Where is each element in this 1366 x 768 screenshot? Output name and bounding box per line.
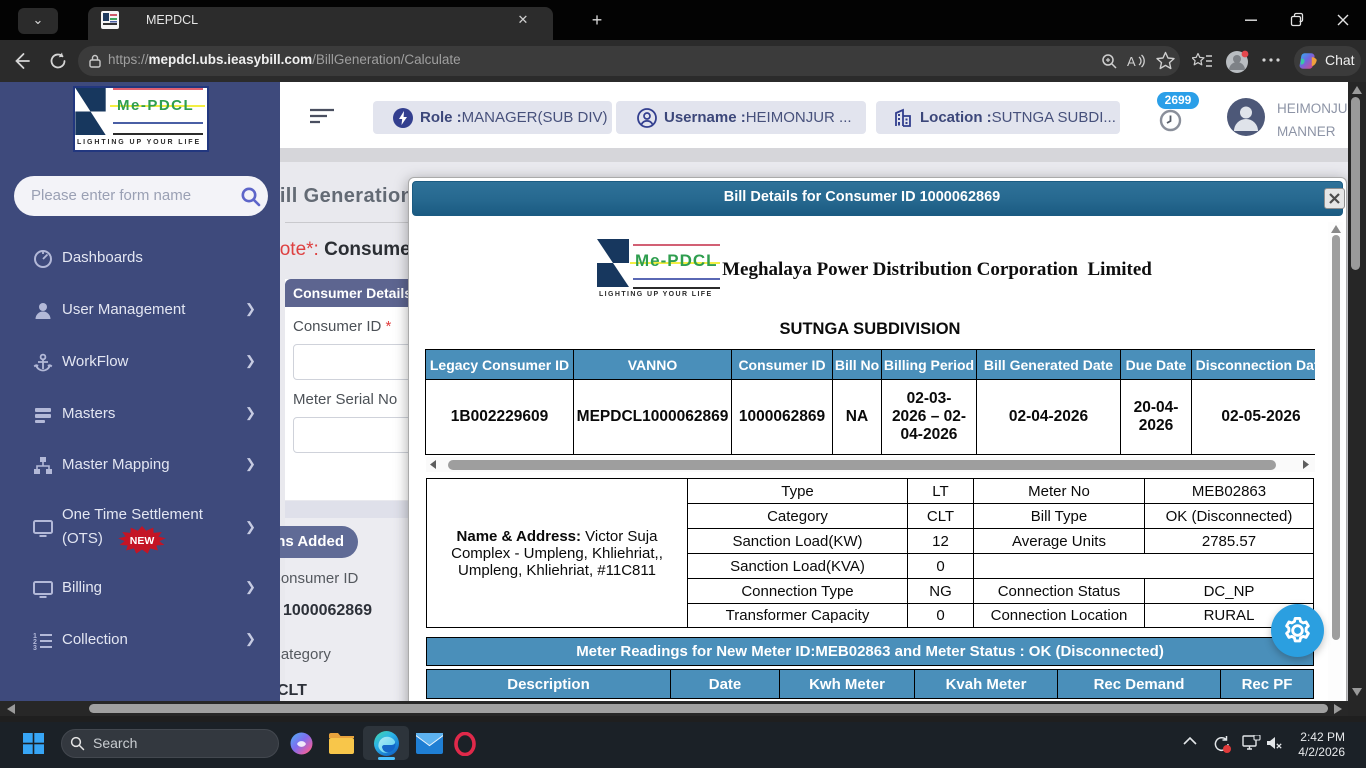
svg-text:3: 3 [33,645,37,651]
svg-text:A: A [1127,54,1136,69]
svg-text:NEW: NEW [130,535,155,547]
